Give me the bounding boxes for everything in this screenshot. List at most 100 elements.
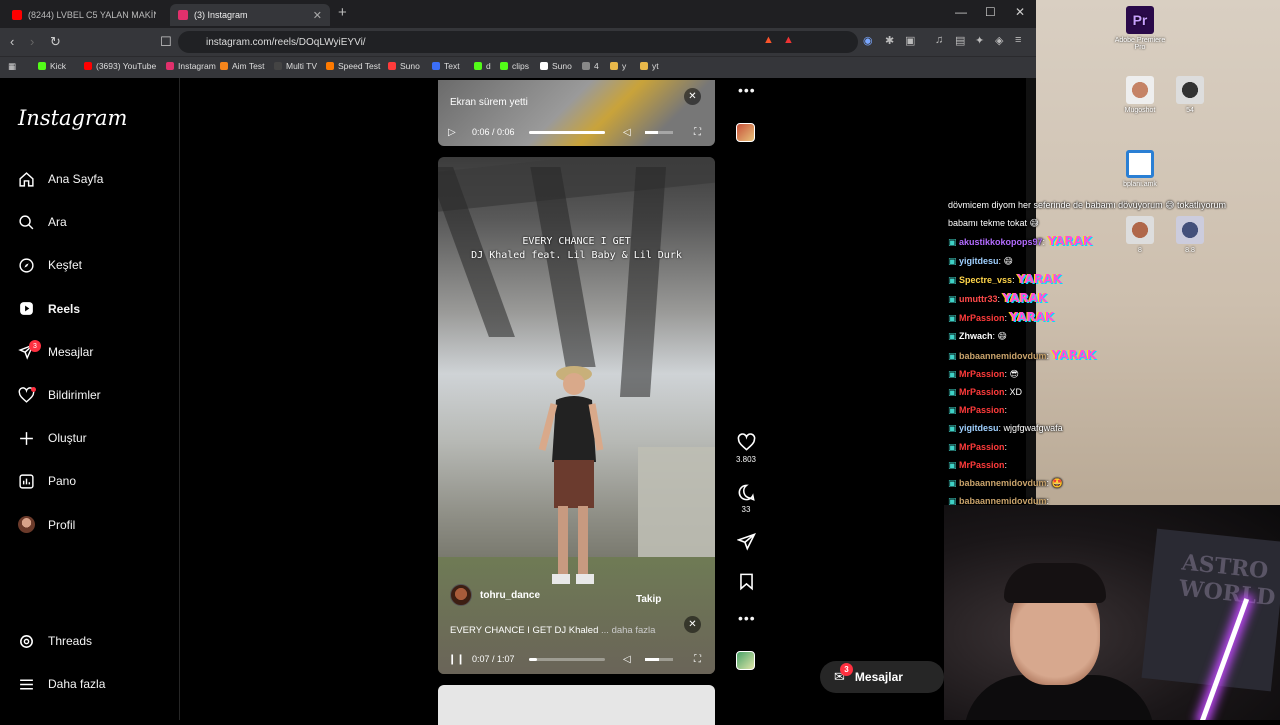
chat-username[interactable]: babaannemidovdum (959, 478, 1047, 488)
sidebar-item-ana-sayfa[interactable]: Ana Sayfa (18, 167, 103, 191)
bookmark-item[interactable]: y (610, 61, 626, 71)
sidebar-item-pano[interactable]: Pano (18, 469, 76, 493)
forward-icon[interactable]: › (30, 34, 34, 49)
brave-shield-icon[interactable]: ▲ (763, 34, 774, 46)
sidebar-item-threads[interactable]: Threads (18, 629, 92, 653)
desktop-icon-bplani[interactable]: bplani.amk (1110, 150, 1170, 188)
chat-username[interactable]: babaannemidovdum (959, 351, 1047, 361)
bookmark-item[interactable]: Text (432, 61, 460, 71)
muted-icon[interactable]: ✕ (684, 616, 701, 633)
close-window-button[interactable]: ✕ (1015, 5, 1025, 19)
pause-icon[interactable]: ❙❙ (448, 654, 465, 665)
chat-username[interactable]: MrPassion (959, 405, 1005, 415)
share-button[interactable] (733, 532, 759, 554)
tab-youtube[interactable]: (8244) LVBEL C5 YALAN MAKİNESİNE (4, 4, 166, 26)
reel-description[interactable]: EVERY CHANCE I GET DJ Khaled ... daha fa… (450, 625, 655, 636)
chat-username[interactable]: yigitdesu (959, 423, 999, 433)
sidebar-icon[interactable]: ▣ (905, 34, 915, 47)
follow-button[interactable]: Takip (636, 594, 661, 605)
chat-username[interactable]: MrPassion (959, 369, 1005, 379)
wallet-icon[interactable]: ▤ (955, 34, 965, 47)
desktop-icon-54[interactable]: 54 (1160, 76, 1220, 114)
music-icon[interactable]: ♫ (935, 34, 943, 46)
more-link[interactable]: ... daha fazla (601, 625, 655, 636)
bookmark-item[interactable]: Aim Test (220, 61, 264, 71)
sidebar-item-keşfet[interactable]: Keşfet (18, 253, 82, 277)
bookmark-item[interactable]: clips (500, 61, 529, 71)
vpn-icon[interactable]: ◈ (995, 34, 1003, 47)
like-button[interactable]: 3.803 (733, 433, 759, 464)
next-reel[interactable] (438, 685, 715, 725)
more-options-icon[interactable]: ••• (738, 610, 756, 626)
back-icon[interactable]: ‹ (10, 34, 14, 49)
bookmark-item[interactable]: Suno (388, 61, 420, 71)
chat-username[interactable]: MrPassion (959, 313, 1005, 323)
chat-username[interactable]: Spectre_vss (959, 275, 1012, 285)
bookmark-item[interactable]: d (474, 61, 491, 71)
bookmark-item[interactable]: yt (640, 61, 659, 71)
username[interactable]: tohru_dance (480, 590, 540, 601)
sidebar-item-oluştur[interactable]: Oluştur (18, 426, 87, 450)
chat-username[interactable]: MrPassion (959, 442, 1005, 452)
maximize-button[interactable]: ☐ (985, 5, 996, 19)
chat-username[interactable]: akustikkokopops97 (959, 237, 1043, 247)
comment-button[interactable]: 33 (733, 483, 759, 514)
leo-icon[interactable]: ✦ (975, 34, 984, 47)
menu-icon[interactable]: ≡ (1015, 34, 1021, 46)
previous-reel[interactable]: Ekran sürem yetti ✕ ▷ 0:06 / 0:06 ◁ ⛶ (438, 80, 715, 146)
bookmark-icon[interactable]: ☐ (160, 34, 172, 50)
more-options-icon[interactable]: ••• (738, 82, 756, 98)
apps-icon[interactable]: ▦ (8, 61, 16, 72)
sidebar-item-profil[interactable]: Profil (18, 513, 75, 537)
chat-username[interactable]: yigitdesu (959, 256, 999, 266)
messages-button[interactable]: ✉ 3 Mesajlar (820, 661, 944, 693)
instagram-logo[interactable]: Instagram (18, 106, 127, 130)
desktop-icon-premiere[interactable]: Pr Adobe Premiere Pro (1110, 6, 1170, 51)
chat-username[interactable]: MrPassion (959, 460, 1005, 470)
audio-thumbnail[interactable] (736, 651, 755, 670)
chat-badge-icon: ▣ (948, 478, 960, 489)
extension-icon[interactable]: ◉ (863, 34, 873, 47)
url-field[interactable]: instagram.com/reels/DOqLWyiEYVi/ (178, 31, 858, 53)
sidebar-item-mesajlar[interactable]: 3 Mesajlar (18, 340, 93, 364)
chat-message: ▣ babaannemidovdum: 🤩 (948, 474, 1280, 492)
puzzle-icon[interactable]: ✱ (885, 34, 894, 47)
avatar[interactable] (450, 584, 472, 606)
minimize-button[interactable]: — (955, 5, 967, 19)
volume-slider[interactable] (645, 130, 673, 134)
progress-slider[interactable] (529, 657, 605, 661)
reel-video[interactable]: EVERY CHANCE I GET DJ Khaled feat. Lil B… (438, 157, 715, 674)
play-icon[interactable]: ▷ (448, 127, 456, 138)
sidebar-item-ara[interactable]: Ara (18, 210, 67, 234)
sidebar-item-daha-fazla[interactable]: Daha fazla (18, 672, 105, 696)
new-tab-button[interactable]: + (338, 4, 347, 21)
chat-username[interactable]: Zhwach (959, 331, 993, 341)
bookmark-item[interactable]: Multi TV (274, 61, 317, 71)
reload-icon[interactable]: ↻ (50, 34, 61, 50)
sidebar-item-bildirimler[interactable]: Bildirimler (18, 383, 101, 407)
tab-instagram[interactable]: (3) Instagram ✕ (170, 4, 330, 26)
volume-slider[interactable] (645, 657, 673, 661)
chat-username[interactable]: MrPassion (959, 387, 1005, 397)
bookmark-item[interactable]: Instagram (166, 61, 216, 71)
muted-icon[interactable]: ✕ (684, 88, 701, 105)
bookmark-item[interactable]: Kick (38, 61, 66, 71)
bookmark-item[interactable]: Speed Test (326, 61, 380, 71)
bookmark-item[interactable]: (3693) YouTube (84, 61, 156, 71)
chat-badge-icon: ▣ (948, 387, 960, 398)
icon-label: 54 (1186, 107, 1194, 114)
fullscreen-icon[interactable]: ⛶ (694, 127, 701, 138)
fullscreen-icon[interactable]: ⛶ (694, 654, 701, 665)
rewards-icon[interactable]: ▲ (783, 34, 794, 46)
progress-slider[interactable] (529, 130, 605, 134)
bookmark-item[interactable]: Suno (540, 61, 572, 71)
chat-username[interactable]: umuttr33 (959, 294, 998, 304)
volume-icon[interactable]: ◁ (623, 127, 631, 138)
bookmark-item[interactable]: 4 (582, 61, 599, 71)
reel-author[interactable]: tohru_dance (450, 584, 540, 606)
save-button[interactable] (733, 572, 759, 594)
volume-icon[interactable]: ◁ (623, 654, 631, 665)
close-tab-icon[interactable]: ✕ (313, 9, 322, 22)
audio-thumbnail[interactable] (736, 123, 755, 142)
sidebar-item-reels[interactable]: Reels (18, 297, 80, 321)
